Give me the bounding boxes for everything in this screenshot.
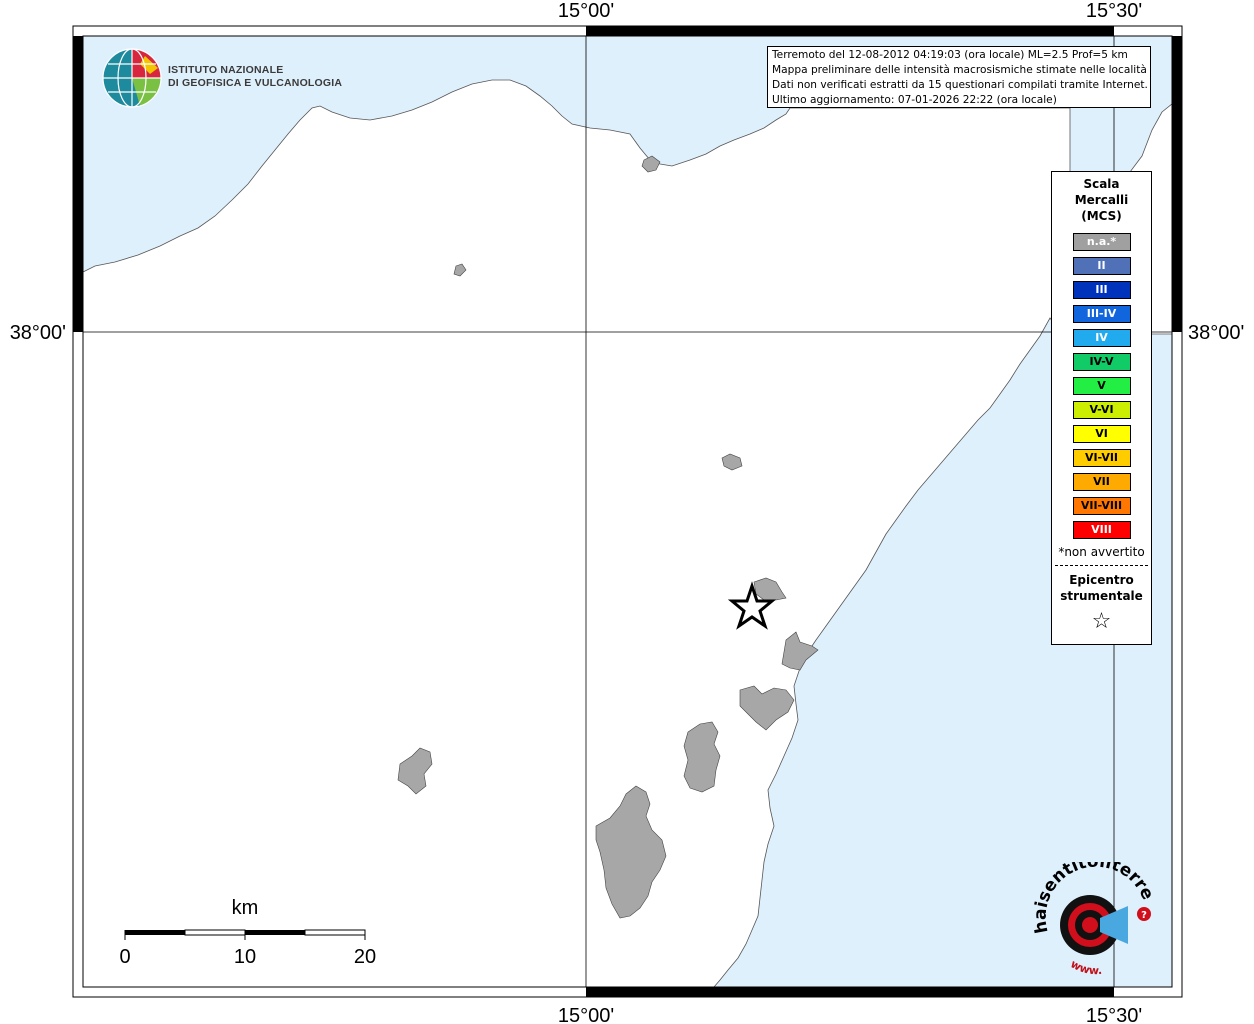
legend-title-line3: (MCS) — [1081, 209, 1122, 223]
legend-item-vi-vii: VI-VII — [1072, 449, 1131, 467]
lat-label-left: 38°00' — [10, 322, 66, 344]
legend-item-v: V — [1072, 377, 1131, 395]
legend-item-v-vi: V-VI — [1072, 401, 1131, 419]
mcs-legend: Scala Mercalli (MCS) n.a.* II III III-IV IV I… — [1051, 171, 1152, 645]
lon-label-bottom-right: 15°30' — [1086, 1005, 1142, 1024]
legend-separator — [1055, 565, 1148, 566]
legend-epicenter-label: Epicentro strumentale — [1052, 572, 1151, 604]
scale-tick-0: 0 — [119, 946, 130, 968]
legend-item-iv-v: IV-V — [1072, 353, 1131, 371]
legend-item-iii-iv: III-IV — [1072, 305, 1131, 323]
event-info-box: Terremoto del 12-08-2012 04:19:03 (ora l… — [767, 46, 1151, 108]
legend-item-vii-viii: VII-VIII — [1072, 497, 1131, 515]
legend-item-vi: VI — [1072, 425, 1131, 443]
legend-item-ii: II — [1072, 257, 1131, 275]
ingv-logo-text: ISTITUTO NAZIONALE DI GEOFISICA E VULCAN… — [168, 64, 342, 90]
legend-item-n-a: n.a.* — [1072, 233, 1131, 251]
event-info-line1: Terremoto del 12-08-2012 04:19:03 (ora l… — [772, 49, 1128, 61]
lon-label-top-left: 15°00' — [558, 0, 614, 22]
ingv-name-line1: ISTITUTO NAZIONALE — [168, 64, 284, 76]
lon-label-top-right: 15°30' — [1086, 0, 1142, 22]
legend-items: n.a.* II III III-IV IV IV-V V V-VI VI VI-VII VII VI… — [1052, 233, 1151, 539]
legend-item-iii: III — [1072, 281, 1131, 299]
haisentito-logo-icon: haisentitoilterremoto.it www. ? — [1030, 862, 1158, 977]
event-info-line4: Ultimo aggiornamento: 07-01-2026 22:22 (… — [772, 94, 1057, 106]
legend-title: Scala Mercalli (MCS) — [1052, 176, 1151, 224]
legend-epicenter-line1: Epicentro — [1069, 573, 1134, 587]
event-info-line3: Dati non verificati estratti da 15 quest… — [772, 79, 1148, 91]
hsit-question-icon: ? — [1141, 910, 1147, 921]
legend-item-vii: VII — [1072, 473, 1131, 491]
hsit-prefix-text: www. — [1068, 957, 1102, 977]
legend-item-iv: IV — [1072, 329, 1131, 347]
legend-title-line1: Scala — [1083, 177, 1120, 191]
lon-label-bottom-left: 15°00' — [558, 1005, 614, 1024]
scale-tick-20: 20 — [354, 946, 376, 968]
legend-item-viii: VIII — [1072, 521, 1131, 539]
legend-note: *non avvertito — [1058, 545, 1145, 559]
svg-text:www.: www. — [1068, 957, 1102, 977]
scale-tick-10: 10 — [234, 946, 256, 968]
event-info-line2: Mappa preliminare delle intensità macros… — [772, 64, 1147, 76]
legend-star-icon: ☆ — [1091, 609, 1112, 634]
legend-epicenter-line2: strumentale — [1060, 589, 1143, 603]
ingv-logo-icon — [102, 48, 162, 108]
scale-unit: km — [232, 897, 259, 919]
lat-label-right: 38°00' — [1188, 322, 1244, 344]
legend-title-line2: Mercalli — [1074, 193, 1129, 207]
ingv-name-line2: DI GEOFISICA E VULCANOLOGIA — [168, 77, 343, 89]
